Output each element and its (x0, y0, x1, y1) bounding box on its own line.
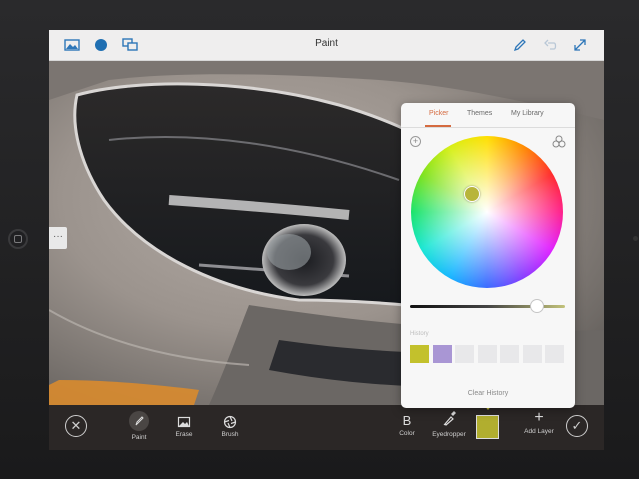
brightness-slider-thumb[interactable] (530, 299, 544, 313)
plus-icon: + (534, 409, 544, 426)
aperture-brush-icon (223, 415, 237, 429)
undo-icon[interactable] (542, 36, 560, 54)
tool-erase[interactable]: Erase (171, 405, 197, 450)
tool-brush[interactable]: Brush (217, 405, 243, 450)
picker-tabs: Picker Themes My Library (401, 103, 575, 128)
check-icon: ✓ (571, 418, 583, 433)
home-button[interactable] (8, 229, 28, 249)
tool-label: Erase (175, 431, 193, 438)
erase-image-icon (177, 416, 191, 428)
tool-add-layer[interactable]: + Add Layer (524, 405, 554, 450)
tool-paint[interactable]: Paint (125, 405, 153, 450)
tab-my-library[interactable]: My Library (511, 110, 544, 117)
tab-themes[interactable]: Themes (467, 110, 492, 117)
paint-icon (129, 411, 149, 431)
top-bar: Paint (49, 30, 604, 61)
color-picker-popover: Picker Themes My Library + History Clear… (401, 103, 575, 408)
side-panel-handle[interactable]: ··· (49, 227, 67, 249)
side-sensor (633, 236, 638, 241)
current-color-swatch[interactable] (476, 415, 499, 439)
app-screen: Paint ··· ✕ Paint Erase Brush B Color Ey… (49, 30, 604, 450)
home-square-icon (14, 235, 22, 243)
history-swatch[interactable] (477, 345, 497, 363)
tool-label: Eyedropper (432, 431, 466, 438)
active-tab-indicator (425, 125, 451, 127)
history-swatch[interactable] (522, 345, 542, 363)
tab-picker[interactable]: Picker (429, 110, 448, 117)
history-swatch[interactable] (410, 345, 429, 363)
tool-color[interactable]: B Color (394, 405, 420, 450)
harmony-rules-icon[interactable] (552, 135, 566, 149)
add-color-icon[interactable]: + (410, 136, 421, 147)
brush-b-icon: B (402, 413, 412, 428)
eyedropper-icon (443, 411, 456, 426)
bottom-toolbar: ✕ Paint Erase Brush B Color Eyedropper +… (49, 404, 604, 450)
history-swatch[interactable] (432, 345, 452, 363)
close-icon: ✕ (70, 418, 82, 433)
tool-label: Paint (131, 434, 147, 441)
tool-eyedropper[interactable]: Eyedropper (432, 405, 466, 450)
clear-history-button[interactable]: Clear History (401, 390, 575, 397)
history-swatch[interactable] (500, 345, 519, 363)
history-swatch[interactable] (455, 345, 474, 363)
history-label: History (410, 331, 429, 337)
color-wheel[interactable] (411, 136, 563, 288)
confirm-button[interactable]: ✓ (566, 415, 588, 437)
cancel-button[interactable]: ✕ (65, 415, 87, 437)
tool-label: Color (399, 430, 415, 437)
more-dots-icon: ··· (53, 231, 63, 242)
tool-label: Brush (221, 431, 239, 438)
history-swatch[interactable] (545, 345, 564, 363)
color-wheel-marker[interactable] (464, 186, 480, 202)
expand-icon[interactable] (571, 36, 589, 54)
pen-icon[interactable] (511, 36, 529, 54)
tool-label: Add Layer (524, 428, 554, 435)
